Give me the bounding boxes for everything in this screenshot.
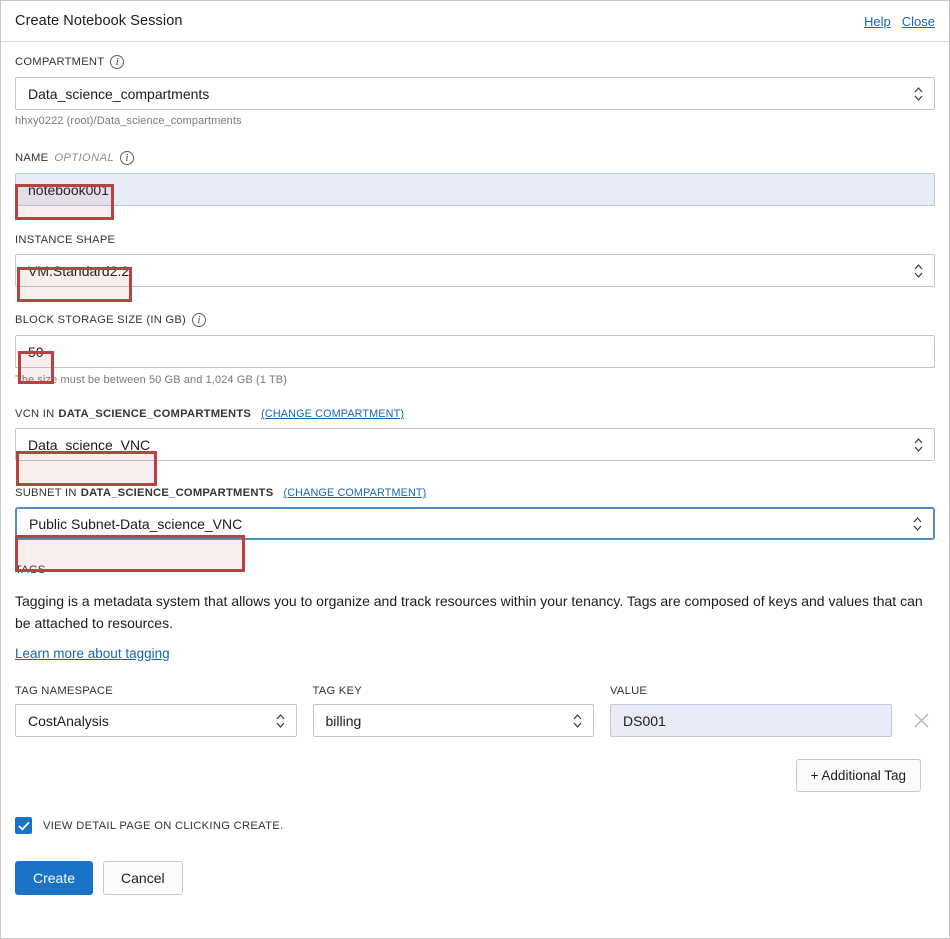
vcn-value: Data_science_VNC xyxy=(28,438,150,452)
page-title: Create Notebook Session xyxy=(15,13,183,29)
name-optional-label: OPTIONAL xyxy=(54,152,114,164)
tag-row: TAG NAMESPACE CostAnalysis TAG KEY billi… xyxy=(15,685,935,737)
tag-key-col: TAG KEY billing xyxy=(313,685,595,737)
close-x-icon xyxy=(912,711,931,730)
tag-key-label: TAG KEY xyxy=(313,685,595,697)
compartment-select[interactable]: Data_science_compartments xyxy=(15,77,935,110)
tag-value-col: VALUE DS001 xyxy=(610,685,892,737)
cancel-button[interactable]: Cancel xyxy=(103,861,183,895)
vcn-change-compartment-link[interactable]: (CHANGE COMPARTMENT) xyxy=(261,408,404,420)
tag-namespace-select[interactable]: CostAnalysis xyxy=(15,704,297,737)
tags-section-label: TAGS xyxy=(15,564,935,576)
name-label-text: NAME xyxy=(15,152,48,164)
compartment-value: Data_science_compartments xyxy=(28,87,209,101)
chevron-updown-icon xyxy=(914,264,923,278)
subnet-change-compartment-link[interactable]: (CHANGE COMPARTMENT) xyxy=(283,487,426,499)
panel-header: Create Notebook Session Help Close xyxy=(1,1,949,42)
add-additional-tag-button[interactable]: + Additional Tag xyxy=(796,759,921,792)
subnet-select[interactable]: Public Subnet-Data_science_VNC xyxy=(15,507,935,540)
view-detail-page-checkbox-row: VIEW DETAIL PAGE ON CLICKING CREATE. xyxy=(15,817,935,834)
tag-namespace-label: TAG NAMESPACE xyxy=(15,685,297,697)
subnet-label-compartment: DATA_SCIENCE_COMPARTMENTS xyxy=(81,487,274,499)
tags-description: Tagging is a metadata system that allows… xyxy=(15,590,935,634)
info-icon[interactable]: i xyxy=(110,55,124,69)
check-icon xyxy=(18,821,30,831)
block-storage-input[interactable]: 50 xyxy=(15,335,935,368)
footer-buttons: Create Cancel xyxy=(15,861,935,895)
tag-value-value: DS001 xyxy=(623,714,666,728)
tag-value-label: VALUE xyxy=(610,685,892,697)
block-storage-helper: The size must be between 50 GB and 1,024… xyxy=(15,374,935,386)
chevron-updown-icon xyxy=(914,438,923,452)
instance-shape-select[interactable]: VM.Standard2.2 xyxy=(15,254,935,287)
help-link[interactable]: Help xyxy=(864,14,891,29)
info-icon[interactable]: i xyxy=(192,313,206,327)
delete-tag-button[interactable] xyxy=(908,704,935,737)
header-links: Help Close xyxy=(864,14,935,29)
block-storage-label-text: BLOCK STORAGE SIZE (IN GB) xyxy=(15,314,186,326)
compartment-label-text: COMPARTMENT xyxy=(15,56,104,68)
vcn-label: VCN IN DATA_SCIENCE_COMPARTMENTS (CHANGE… xyxy=(15,408,935,420)
form-body: COMPARTMENT i Data_science_compartments … xyxy=(1,42,949,895)
instance-shape-value: VM.Standard2.2 xyxy=(28,264,129,278)
compartment-label: COMPARTMENT i xyxy=(15,55,935,69)
vcn-label-compartment: DATA_SCIENCE_COMPARTMENTS xyxy=(58,408,251,420)
vcn-select[interactable]: Data_science_VNC xyxy=(15,428,935,461)
chevron-updown-icon xyxy=(913,517,922,531)
create-button[interactable]: Create xyxy=(15,861,93,895)
view-detail-page-checkbox[interactable] xyxy=(15,817,32,834)
learn-more-about-tagging-link[interactable]: Learn more about tagging xyxy=(15,646,170,661)
name-input[interactable]: notebook001 xyxy=(15,173,935,206)
info-icon[interactable]: i xyxy=(120,151,134,165)
subnet-value: Public Subnet-Data_science_VNC xyxy=(29,517,242,531)
chevron-updown-icon xyxy=(914,87,923,101)
tag-namespace-col: TAG NAMESPACE CostAnalysis xyxy=(15,685,297,737)
create-notebook-session-panel: Create Notebook Session Help Close COMPA… xyxy=(0,0,950,939)
instance-shape-label: INSTANCE SHAPE xyxy=(15,234,935,246)
chevron-updown-icon xyxy=(573,714,582,728)
view-detail-page-label: VIEW DETAIL PAGE ON CLICKING CREATE. xyxy=(43,820,283,832)
block-storage-value: 50 xyxy=(28,345,44,359)
tag-namespace-value: CostAnalysis xyxy=(28,714,109,728)
close-link[interactable]: Close xyxy=(902,14,935,29)
tag-key-select[interactable]: billing xyxy=(313,704,595,737)
name-label: NAME OPTIONAL i xyxy=(15,151,935,165)
subnet-label: SUBNET IN DATA_SCIENCE_COMPARTMENTS (CHA… xyxy=(15,487,935,499)
subnet-label-prefix: SUBNET IN xyxy=(15,487,77,499)
instance-shape-label-text: INSTANCE SHAPE xyxy=(15,234,115,246)
tag-value-input[interactable]: DS001 xyxy=(610,704,892,737)
vcn-label-prefix: VCN IN xyxy=(15,408,54,420)
name-value: notebook001 xyxy=(28,183,109,197)
chevron-updown-icon xyxy=(276,714,285,728)
block-storage-label: BLOCK STORAGE SIZE (IN GB) i xyxy=(15,313,935,327)
tag-key-value: billing xyxy=(326,714,362,728)
compartment-breadcrumb: hhxy0222 (root)/Data_science_compartment… xyxy=(15,115,935,127)
